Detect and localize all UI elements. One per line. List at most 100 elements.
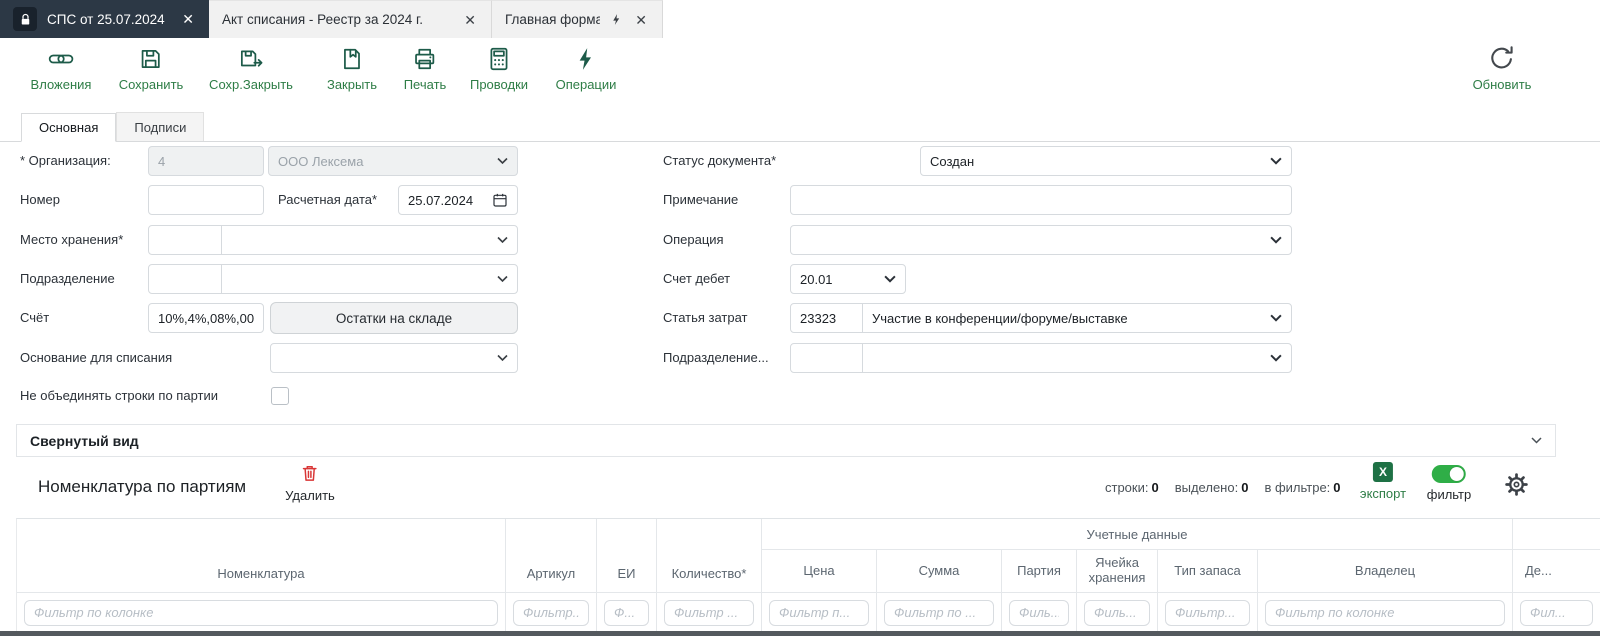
close-tab-icon[interactable]: ✕ [462, 11, 478, 29]
toolbar-label: Закрыть [327, 77, 377, 92]
toolbar-label: Печать [404, 77, 447, 92]
chevron-down-icon [1270, 314, 1282, 322]
calc-date-input[interactable]: 25.07.2024 [398, 185, 518, 215]
filter-input-nomenclature[interactable] [24, 600, 498, 626]
column-header-storage-cell[interactable]: Ячейка хранения [1077, 550, 1158, 593]
writeoff-reason-label: Основание для списания [20, 343, 172, 373]
column-group-extra [1513, 519, 1600, 550]
save-close-button[interactable]: Сохр.Закрыть [209, 46, 293, 92]
filter-toggle-label: фильтр [1427, 487, 1471, 502]
toolbar-label: Обновить [1473, 77, 1532, 92]
close-tab-icon[interactable]: ✕ [633, 11, 649, 29]
writeoff-reason-select[interactable] [270, 343, 518, 373]
grid-stats: строки:0 выделено:0 в фильтре:0 [1105, 480, 1341, 495]
attachments-button[interactable]: Вложения [31, 46, 92, 92]
nomenclature-table: Номенклатура Артикул ЕИ Количество* Учет… [16, 518, 1600, 632]
column-header-batch[interactable]: Партия [1002, 550, 1077, 593]
toolbar-label: Вложения [31, 77, 92, 92]
division-code-input[interactable] [148, 264, 222, 294]
column-header-nomenclature[interactable]: Номенклатура [17, 519, 506, 593]
window-tab-registry[interactable]: Акт списания - Реестр за 2024 г. ✕ [209, 0, 492, 38]
storage-code-input[interactable] [148, 225, 222, 255]
filter-input-price[interactable] [769, 600, 869, 626]
calendar-icon[interactable] [492, 192, 508, 208]
chevron-down-icon [497, 276, 508, 283]
note-input[interactable] [790, 185, 1292, 215]
division2-code-input[interactable] [790, 343, 863, 373]
window-tab-document[interactable]: СПС от 25.07.2024 ✕ [0, 0, 209, 38]
organization-code-input[interactable]: 4 [148, 146, 264, 176]
division2-select[interactable] [862, 343, 1292, 373]
debit-account-select[interactable]: 20.01 [790, 264, 906, 294]
no-merge-label: Не объединять строки по партии [20, 381, 218, 411]
filter-input-owner[interactable] [1265, 600, 1505, 626]
no-merge-checkbox[interactable] [271, 387, 289, 405]
filter-input-sum[interactable] [884, 600, 994, 626]
stock-balance-button[interactable]: Остатки на складе [270, 302, 518, 334]
filter-input-storage-cell[interactable] [1084, 600, 1150, 626]
filter-cell [877, 593, 1002, 632]
column-header-stock-type[interactable]: Тип запаса [1158, 550, 1258, 593]
status-select[interactable]: Создан [920, 146, 1292, 176]
selected-count: выделено:0 [1175, 480, 1249, 495]
chevron-down-icon [1270, 236, 1282, 244]
division-select[interactable] [221, 264, 518, 294]
close-tab-icon[interactable]: ✕ [180, 10, 196, 28]
organization-select[interactable]: ООО Лексема [268, 146, 518, 176]
export-label: экспорт [1360, 486, 1406, 501]
tab-signatures[interactable]: Подписи [116, 112, 204, 141]
save-icon [138, 46, 164, 72]
tab-main[interactable]: Основная [21, 113, 116, 142]
print-button[interactable]: Печать [404, 46, 447, 92]
number-input[interactable] [148, 185, 264, 215]
export-excel-button[interactable]: X экспорт [1360, 462, 1406, 501]
refresh-icon [1488, 44, 1516, 72]
column-header-quantity[interactable]: Количество* [657, 519, 762, 593]
toolbar-label: Операции [556, 77, 617, 92]
number-label: Номер [20, 185, 60, 215]
filter-input-article[interactable] [513, 600, 589, 626]
grid-settings-button[interactable] [1504, 472, 1529, 502]
filter-input-batch[interactable] [1009, 600, 1069, 626]
toggle-switch-icon[interactable] [1432, 465, 1466, 483]
cost-item-select[interactable]: Участие в конференции/форуме/выставке [862, 303, 1292, 333]
chevron-down-icon [1270, 354, 1282, 362]
horizontal-scrollbar[interactable] [0, 631, 1600, 636]
toolbar-label: Проводки [470, 77, 528, 92]
filter-input-stock-type[interactable] [1165, 600, 1250, 626]
attachment-icon [48, 46, 75, 72]
account-input[interactable]: 10%,4%,08%,00 [148, 303, 264, 333]
column-header-owner[interactable]: Владелец [1258, 550, 1513, 593]
close-document-button[interactable]: Закрыть [327, 46, 377, 92]
calc-date-value: 25.07.2024 [408, 193, 473, 208]
filter-input-extra[interactable] [1520, 600, 1593, 626]
collapsed-view-label: Свернутый вид [30, 433, 139, 449]
window-tab-label: Акт списания - Реестр за 2024 г. [222, 12, 452, 27]
column-header-unit[interactable]: ЕИ [597, 519, 657, 593]
debit-account-value: 20.01 [800, 272, 833, 287]
status-select-value: Создан [930, 154, 974, 169]
refresh-button[interactable]: Обновить [1473, 44, 1532, 92]
column-group-accounting-data: Учетные данные [762, 519, 1513, 550]
cost-item-code-input[interactable]: 23323 [790, 303, 863, 333]
filter-cell [1077, 593, 1158, 632]
collapsed-view-bar[interactable]: Свернутый вид [16, 424, 1556, 457]
window-tab-bar: СПС от 25.07.2024 ✕ Акт списания - Реест… [0, 0, 1600, 38]
filter-toggle[interactable]: фильтр [1427, 465, 1471, 502]
window-tab-main-form[interactable]: Главная форма ✕ [492, 0, 663, 38]
filter-input-unit[interactable] [604, 600, 649, 626]
postings-button[interactable]: Проводки [470, 46, 528, 92]
toolbar-label: Сохр.Закрыть [209, 77, 293, 92]
filter-input-quantity[interactable] [664, 600, 754, 626]
column-header-extra[interactable]: Де... [1513, 550, 1600, 593]
cost-item-value: Участие в конференции/форуме/выставке [872, 311, 1128, 326]
column-header-sum[interactable]: Сумма [877, 550, 1002, 593]
storage-select[interactable] [221, 225, 518, 255]
operation-select[interactable] [790, 225, 1292, 255]
delete-row-button[interactable]: Удалить [285, 462, 335, 503]
column-header-price[interactable]: Цена [762, 550, 877, 593]
column-header-article[interactable]: Артикул [506, 519, 597, 593]
filter-cell [1002, 593, 1077, 632]
operations-button[interactable]: Операции [556, 46, 617, 92]
save-button[interactable]: Сохранить [119, 46, 184, 92]
